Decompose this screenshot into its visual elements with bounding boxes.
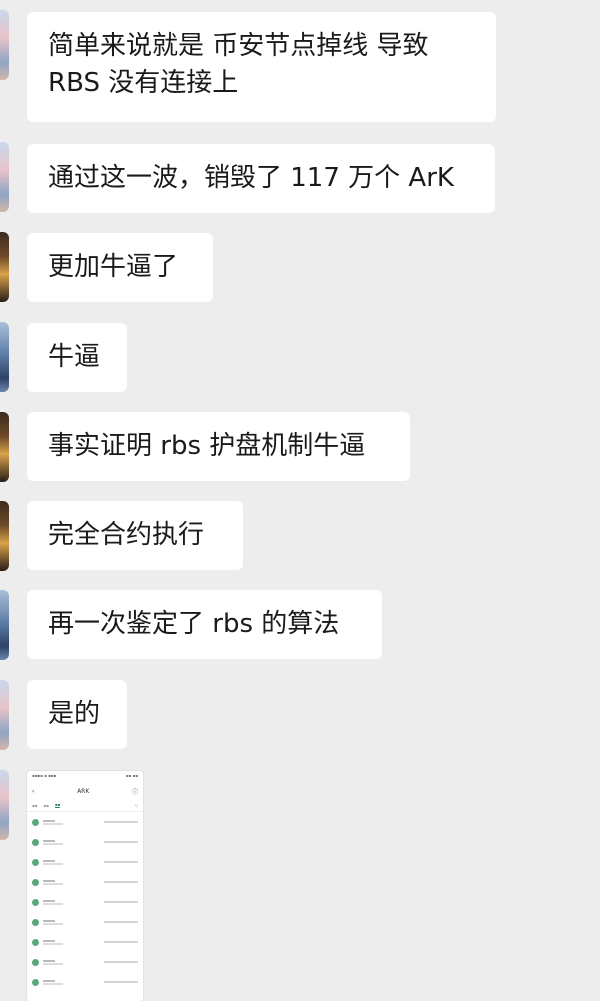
- screenshot-status-right: ▪▪ ▪▪: [125, 773, 138, 778]
- message-text: RBS 没有连接上: [48, 68, 239, 98]
- avatar[interactable]: [0, 322, 9, 392]
- check-icon: [32, 978, 39, 986]
- check-icon: [32, 858, 39, 866]
- message-text: 完全合约执行: [48, 520, 205, 550]
- transaction-row: [27, 832, 143, 852]
- chat-bubble[interactable]: 再一次鉴定了 rbs 的算法: [27, 590, 382, 659]
- check-icon: [32, 958, 39, 966]
- transaction-row: [27, 812, 143, 832]
- transaction-row: [27, 972, 143, 992]
- avatar[interactable]: [0, 770, 9, 840]
- chat-bubble[interactable]: 牛逼: [27, 323, 127, 392]
- chat-bubble[interactable]: 通过这一波，销毁了 117 万个 ArK: [27, 144, 495, 213]
- screenshot-tab: ▪▪: [43, 802, 49, 808]
- message-text: 再一次鉴定了 rbs 的算法: [48, 609, 340, 639]
- shared-screenshot-image[interactable]: ▪▪▪▪ ▪ ▪▪▪ ▪▪ ▪▪ ‹ ARK ⓘ ▪▪ ▪▪ ▪▪ ▽: [27, 771, 143, 1001]
- transaction-row: [27, 852, 143, 872]
- avatar[interactable]: [0, 232, 9, 302]
- check-icon: [32, 878, 39, 886]
- check-icon: [32, 918, 39, 926]
- screenshot-tab: ▪▪: [32, 802, 38, 808]
- screenshot-status-left: ▪▪▪▪ ▪ ▪▪▪: [32, 773, 57, 778]
- avatar[interactable]: [0, 680, 9, 750]
- chat-bubble[interactable]: 是的: [27, 680, 127, 749]
- chat-bubble[interactable]: 更加牛逼了: [27, 233, 213, 302]
- transaction-row: [27, 912, 143, 932]
- message-text: 通过这一波，销毁了 117 万个 ArK: [48, 163, 454, 193]
- transaction-row: [27, 952, 143, 972]
- avatar[interactable]: [0, 412, 9, 482]
- chat-bubble[interactable]: 简单来说就是 币安节点掉线 导致 RBS 没有连接上: [27, 12, 496, 122]
- check-icon: [32, 938, 39, 946]
- chat-bubble[interactable]: 事实证明 rbs 护盘机制牛逼: [27, 412, 410, 481]
- check-icon: [32, 818, 39, 826]
- transaction-row: [27, 892, 143, 912]
- check-icon: [32, 898, 39, 906]
- screenshot-tab-active: ▪▪: [54, 802, 61, 808]
- transaction-row: [27, 932, 143, 952]
- screenshot-tabs: ▪▪ ▪▪ ▪▪ ▽: [27, 799, 143, 812]
- avatar[interactable]: [0, 501, 9, 571]
- transaction-row: [27, 872, 143, 892]
- message-text: 是的: [48, 699, 101, 729]
- filter-icon: ▽: [134, 802, 138, 808]
- back-icon: ‹: [32, 787, 35, 795]
- info-icon: ⓘ: [131, 788, 138, 796]
- screenshot-header: ‹ ARK ⓘ: [27, 783, 143, 799]
- avatar[interactable]: [0, 10, 9, 80]
- check-icon: [32, 838, 39, 846]
- message-text: 牛逼: [48, 342, 101, 372]
- avatar[interactable]: [0, 590, 9, 660]
- message-text: 事实证明 rbs 护盘机制牛逼: [48, 431, 366, 461]
- avatar[interactable]: [0, 142, 9, 212]
- message-text: 更加牛逼了: [48, 252, 179, 282]
- chat-bubble[interactable]: 完全合约执行: [27, 501, 243, 570]
- screenshot-title: ARK: [77, 787, 90, 795]
- screenshot-status-bar: ▪▪▪▪ ▪ ▪▪▪ ▪▪ ▪▪: [27, 771, 143, 783]
- message-text: 简单来说就是 币安节点掉线 导致: [48, 31, 429, 61]
